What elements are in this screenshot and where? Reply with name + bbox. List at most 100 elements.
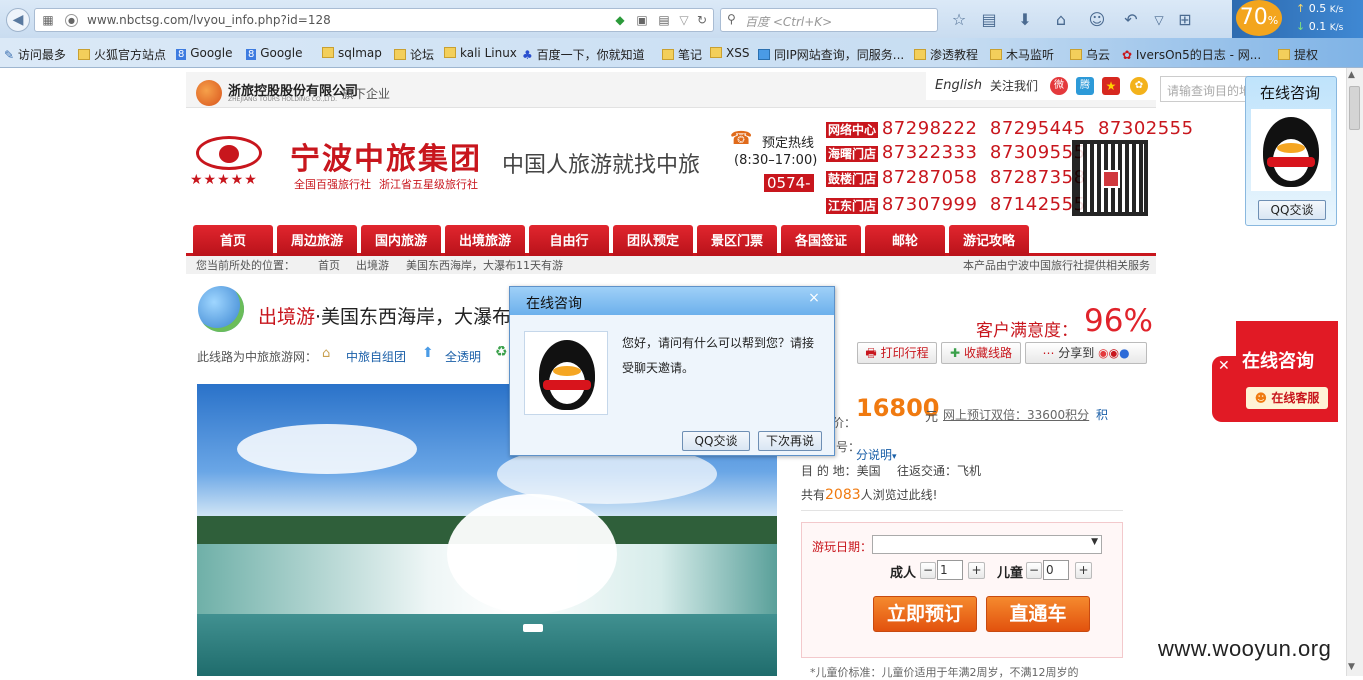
bookmark-item[interactable]: 同IP网站查询，同服务... (758, 46, 904, 63)
bookmark-item[interactable]: ♣ 百度一下，你就知道 (522, 46, 645, 63)
url-text[interactable]: www.nbctsg.com/lvyou_info.php?id=128 (87, 13, 331, 27)
points-link[interactable]: 网上预订双倍：33600积分 (943, 406, 1089, 423)
later-button[interactable]: 下次再说 (758, 431, 822, 451)
shield-icon[interactable]: ◆ (613, 13, 627, 27)
bookmark-item[interactable]: 火狐官方站点 (78, 46, 166, 63)
chevron-down-icon: ▼ (1091, 537, 1098, 547)
bookmark-item[interactable]: 渗透教程 (914, 46, 978, 63)
star-icon[interactable]: ☆ (948, 9, 970, 31)
menu-dropdown-icon[interactable]: ▽ (1148, 9, 1170, 31)
bookmark-item[interactable]: XSS (710, 46, 749, 60)
satisfaction-label: 客户满意度： (976, 321, 1078, 341)
address-bar[interactable]: ▦ ● www.nbctsg.com/lvyou_info.php?id=128… (34, 8, 714, 32)
reload-icon[interactable]: ↻ (695, 13, 709, 27)
home-icon[interactable]: ⌂ (1050, 9, 1072, 31)
bookmark-item[interactable]: 论坛 (394, 46, 434, 63)
bookmark-item[interactable]: 笔记 (662, 46, 702, 63)
crumb-home[interactable]: 首页 (318, 257, 340, 273)
scroll-down-icon[interactable]: ▼ (1348, 662, 1355, 672)
customer-service-button[interactable]: ☻ 在线客服 (1246, 387, 1328, 409)
favorite-button[interactable]: ✚ 收藏线路 (941, 342, 1021, 364)
nav-visa[interactable]: 各国签证 (781, 225, 861, 256)
back-arrow-icon[interactable]: ↶ (1120, 9, 1142, 31)
bookmark-item[interactable]: ✿ IversOn5的日志 - 网... (1122, 46, 1261, 63)
search-box[interactable]: ⚲ 百度 <Ctrl+K> (720, 8, 938, 32)
crumb-current[interactable]: 美国东西海岸，大瀑布11天有游 (406, 257, 563, 273)
brand-tag2: 浙江省五星级旅行社 (379, 178, 478, 191)
branch-row: 鼓楼门店 87287058 87287358 (826, 167, 1086, 188)
date-label: 游玩日期： (812, 540, 873, 554)
tab-grid-icon[interactable]: ▦ (41, 13, 55, 27)
search-icon: ⚲ (727, 12, 736, 26)
qrcode-icon[interactable]: ▣ (635, 13, 649, 27)
qq-chat-button[interactable]: QQ交谈 (682, 431, 750, 451)
nav-travelogue[interactable]: 游记攻略 (949, 225, 1029, 256)
adult-input[interactable]: 1 (937, 560, 963, 580)
direct-bus-button[interactable]: 直通车 (986, 596, 1090, 632)
weibo-icon[interactable]: 微 (1050, 77, 1068, 95)
bookmark-item[interactable]: ✎ 访问最多 (4, 46, 66, 63)
bookmark-item[interactable]: 提权 (1278, 46, 1318, 63)
extension-icon[interactable]: ⊞ (1174, 9, 1196, 31)
star-share-icon[interactable]: ★ (1102, 77, 1120, 95)
nav-cruise[interactable]: 邮轮 (865, 225, 945, 256)
smiley-icon[interactable]: ☺ (1086, 9, 1108, 31)
bookmark-item[interactable]: 乌云 (1070, 46, 1110, 63)
nav-tickets[interactable]: 景区门票 (697, 225, 777, 256)
bookmark-item[interactable]: 8 Google (176, 46, 233, 60)
book-now-button[interactable]: 立即预订 (873, 596, 977, 632)
scroll-up-icon[interactable]: ▲ (1348, 70, 1355, 80)
date-select[interactable]: ▼ (872, 535, 1102, 554)
globe-icon: ● (65, 14, 78, 27)
english-link[interactable]: English (935, 78, 982, 93)
bookmark-item[interactable]: 木马监听 (990, 46, 1054, 63)
share-button[interactable]: ⋯ 分享到 ◉◉● (1025, 342, 1147, 364)
nav-home[interactable]: 首页 (193, 225, 273, 256)
qq-penguin-avatar (524, 331, 608, 415)
cts-logo (196, 136, 262, 170)
download-icon[interactable]: ⬇ (1014, 9, 1036, 31)
adult-plus-button[interactable]: + (968, 562, 985, 579)
flower-icon[interactable]: ✿ (1130, 77, 1148, 95)
close-icon[interactable]: × (804, 290, 824, 308)
dropdown-icon[interactable]: ▽ (677, 13, 691, 27)
product-title: 出境游·美国东西海岸，大瀑布 (258, 306, 512, 328)
child-minus-button[interactable]: − (1026, 562, 1042, 579)
scrollbar-thumb[interactable] (1349, 86, 1360, 130)
adult-minus-button[interactable]: − (920, 562, 936, 579)
red-widget-title: 在线咨询 (1242, 351, 1314, 372)
reader-icon[interactable]: ▤ (657, 13, 671, 27)
code-explain-link[interactable]: 分说明▾ (856, 446, 897, 463)
child-input[interactable]: 0 (1043, 560, 1069, 580)
tag-self-group[interactable]: 中旅自组团 (346, 348, 406, 365)
tencent-weibo-icon[interactable]: 腾 (1076, 77, 1094, 95)
nav-independent[interactable]: 自由行 (529, 225, 609, 256)
bookmark-item[interactable]: kali Linux (444, 46, 517, 60)
child-plus-button[interactable]: + (1075, 562, 1092, 579)
bookmark-item[interactable]: sqlmap (322, 46, 382, 60)
floating-qq-chat-button[interactable]: QQ交谈 (1258, 200, 1326, 220)
points-tail[interactable]: 积 (1096, 406, 1108, 423)
nav-outbound[interactable]: 出境旅游 (445, 225, 525, 256)
transport: 往返交通：飞机 (897, 464, 982, 478)
nav-nearby[interactable]: 周边旅游 (277, 225, 357, 256)
parent-company-en: ZHEJIANG TOURS HOLDING CO.,LTD. (228, 96, 337, 103)
nav-domestic[interactable]: 国内旅游 (361, 225, 441, 256)
printer-icon: 🖶 (865, 346, 877, 360)
bookmark-item[interactable]: 8 Google (246, 46, 303, 60)
view-count: 共有2083人浏览过此线! (801, 487, 938, 503)
back-button[interactable]: ◀ (6, 8, 30, 32)
nav-group[interactable]: 团队预定 (613, 225, 693, 256)
qq-penguin-avatar (1251, 109, 1331, 191)
print-button[interactable]: 🖶 打印行程 (857, 342, 937, 364)
close-icon[interactable]: ✕ (1218, 358, 1230, 374)
clipboard-icon[interactable]: ▤ (978, 9, 1000, 31)
brand-name: 宁波中旅集团 (290, 142, 482, 177)
area-code: 0574- (764, 174, 814, 192)
chat-icon: ☻ (1254, 391, 1268, 405)
crumb-outbound[interactable]: 出境游 (356, 257, 389, 273)
phone-icon: ☎ (730, 128, 753, 149)
tag-transparent[interactable]: 全透明 (445, 348, 481, 365)
scrollbar[interactable] (1346, 68, 1363, 676)
qrcode-image (1072, 140, 1148, 216)
